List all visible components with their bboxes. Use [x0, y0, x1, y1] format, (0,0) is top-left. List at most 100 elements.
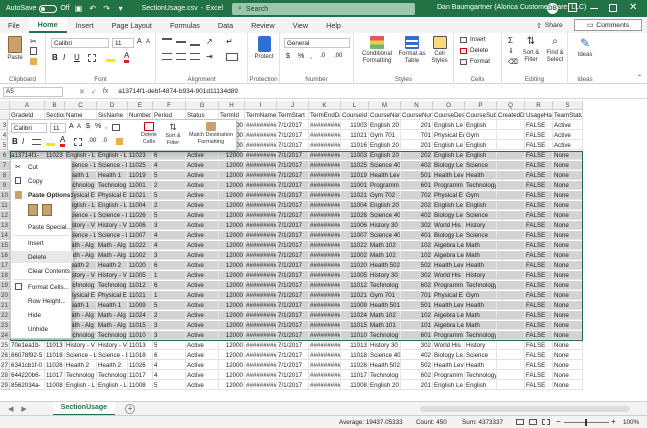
data-cell[interactable]: FALSE — [525, 331, 553, 340]
align-left-icon[interactable] — [162, 53, 172, 60]
data-cell[interactable]: None — [553, 271, 583, 280]
data-cell[interactable]: 11022 — [341, 241, 369, 250]
data-cell[interactable]: Biology Le — [433, 351, 465, 360]
data-cell[interactable]: Science — [465, 231, 497, 240]
mini-bold-icon[interactable]: B — [12, 137, 18, 146]
data-cell[interactable]: ######### — [309, 131, 341, 140]
data-cell[interactable]: 7/1/2017 — [277, 311, 309, 320]
data-cell[interactable]: 7/1/2017 — [277, 221, 309, 230]
data-cell[interactable]: Health 2 — [97, 261, 128, 270]
data-cell[interactable]: 602 — [401, 371, 433, 380]
data-cell[interactable]: Science - L — [97, 351, 128, 360]
data-cell[interactable]: ######### — [245, 341, 277, 350]
data-cell[interactable]: Physical E — [97, 191, 128, 200]
data-cell[interactable]: ######### — [245, 211, 277, 220]
ribbon-display-icon[interactable] — [568, 3, 577, 12]
data-cell[interactable]: History 30 — [369, 221, 401, 230]
data-cell[interactable]: 11019 — [128, 171, 153, 180]
data-cell[interactable]: ######### — [245, 191, 277, 200]
data-cell[interactable]: 4 — [153, 231, 186, 240]
data-cell[interactable]: 702 — [401, 191, 433, 200]
data-cell[interactable]: Active — [186, 291, 219, 300]
data-cell[interactable]: 201 — [401, 121, 433, 130]
data-cell[interactable]: Gym — [465, 191, 497, 200]
data-cell[interactable]: 11026 — [128, 361, 153, 370]
column-header[interactable]: O — [433, 101, 465, 110]
wrap-text-icon[interactable]: ↵ — [226, 37, 233, 46]
data-cell[interactable]: Health 1 — [97, 171, 128, 180]
data-cell[interactable]: Health Lev — [433, 261, 465, 270]
data-cell[interactable]: 201 — [401, 141, 433, 150]
data-cell[interactable]: Active — [186, 211, 219, 220]
row-header[interactable]: 25 — [0, 341, 10, 350]
mini-table-icon[interactable] — [112, 124, 120, 131]
data-cell[interactable]: ######### — [245, 291, 277, 300]
mini-increase-decimal-icon[interactable]: .0 — [102, 138, 107, 144]
data-cell[interactable]: 5 — [153, 211, 186, 220]
data-cell[interactable]: Biology Le — [433, 231, 465, 240]
clear-icon[interactable]: ⌫ — [508, 58, 518, 66]
data-cell[interactable]: Math 102 — [369, 311, 401, 320]
data-cell[interactable]: 11012 — [341, 281, 369, 290]
data-cell[interactable]: Active — [186, 231, 219, 240]
data-cell[interactable]: Physical Ed — [433, 131, 465, 140]
data-cell[interactable]: 12000 — [219, 311, 245, 320]
data-cell[interactable]: ######### — [309, 211, 341, 220]
name-box[interactable]: A5 — [3, 86, 63, 97]
row-header[interactable]: 27 — [0, 361, 10, 370]
data-cell[interactable] — [497, 151, 525, 160]
data-cell[interactable]: ######### — [309, 151, 341, 160]
data-cell[interactable]: 701 — [401, 291, 433, 300]
row-header[interactable]: 9 — [0, 181, 10, 190]
data-cell[interactable]: 4 — [153, 241, 186, 250]
data-cell[interactable]: Science - L — [65, 351, 97, 360]
data-cell[interactable]: English 20 — [369, 141, 401, 150]
percent-icon[interactable]: % — [298, 53, 304, 60]
data-cell[interactable]: 5 — [153, 301, 186, 310]
data-cell[interactable] — [497, 331, 525, 340]
data-cell[interactable]: ######### — [309, 271, 341, 280]
data-cell[interactable]: None — [553, 381, 583, 390]
row-header[interactable]: 7 — [0, 161, 10, 170]
data-cell[interactable]: ######### — [245, 161, 277, 170]
data-cell[interactable]: 11005 — [128, 271, 153, 280]
font-color-icon[interactable]: A — [124, 52, 130, 63]
delete-cells-button[interactable]: Delete — [460, 47, 488, 54]
data-cell[interactable]: 11008 — [128, 381, 153, 390]
data-cell[interactable]: None — [553, 201, 583, 210]
data-cell[interactable]: Active — [186, 201, 219, 210]
data-cell[interactable]: ######### — [309, 321, 341, 330]
data-cell[interactable]: 11001 — [341, 181, 369, 190]
data-cell[interactable] — [497, 201, 525, 210]
merge-center-icon[interactable] — [226, 53, 238, 61]
row-header[interactable]: 11 — [0, 201, 10, 210]
data-cell[interactable]: Health — [465, 361, 497, 370]
data-cell[interactable]: ######### — [309, 341, 341, 350]
data-cell[interactable]: English — [465, 201, 497, 210]
header-cell[interactable]: CreatedDate — [497, 111, 525, 120]
collapse-ribbon-icon[interactable]: ⌃ — [637, 74, 642, 81]
data-cell[interactable]: FALSE — [525, 281, 553, 290]
mini-delete-cells-button[interactable]: Delete Cells — [138, 122, 160, 146]
font-name-select[interactable]: Calibri — [51, 38, 109, 48]
data-cell[interactable]: 11006 — [128, 221, 153, 230]
data-cell[interactable]: English - L — [97, 151, 128, 160]
mini-decrease-decimal-icon[interactable]: .00 — [88, 138, 96, 144]
data-cell[interactable]: English — [465, 121, 497, 130]
data-cell[interactable]: Physical E — [97, 291, 128, 300]
data-cell[interactable] — [497, 171, 525, 180]
data-cell[interactable]: Technolog — [97, 331, 128, 340]
data-cell[interactable]: FALSE — [525, 321, 553, 330]
page-break-view-icon[interactable] — [542, 419, 550, 425]
data-cell[interactable]: English — [465, 381, 497, 390]
data-cell[interactable]: 3 — [153, 331, 186, 340]
data-cell[interactable]: 7/1/2017 — [277, 191, 309, 200]
data-cell[interactable]: 6 — [153, 351, 186, 360]
data-cell[interactable]: ######### — [245, 311, 277, 320]
data-cell[interactable]: Health 501 — [369, 301, 401, 310]
data-cell[interactable]: 12000 — [219, 291, 245, 300]
conditional-formatting-button[interactable]: Conditional Formatting — [357, 36, 397, 65]
menu-item-cut[interactable]: ✂ Cut — [11, 161, 73, 173]
data-cell[interactable]: 11019 — [341, 171, 369, 180]
data-cell[interactable]: Active — [186, 301, 219, 310]
